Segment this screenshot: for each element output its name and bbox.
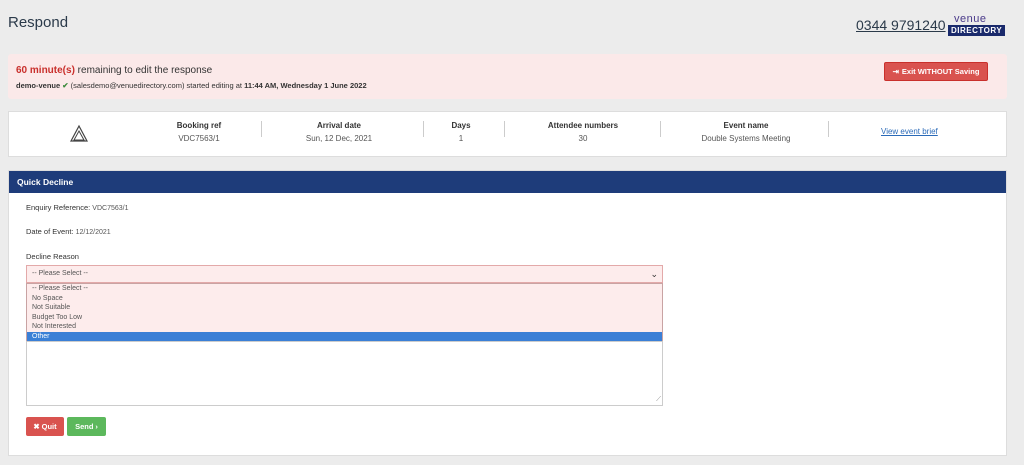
logo-top-text: venue [954,13,987,25]
exit-button-label: Exit WITHOUT Saving [901,67,980,76]
alert-message-text: remaining to edit the response [74,65,213,76]
attendees-label: Attendee numbers [547,121,619,130]
editing-email: (salesdemo@venuedirectory.com) started e… [70,81,245,90]
option-other[interactable]: Other [27,331,662,341]
date-of-event-value: 12/12/2021 [75,229,111,236]
enquiry-reference-label: Enquiry Reference: [26,203,91,212]
decline-comments-textarea[interactable]: ⟋ [26,341,663,406]
resize-handle-icon[interactable]: ⟋ [656,396,661,404]
minutes-remaining: 60 minute(s) [16,65,75,76]
select-value: -- Please Select -- [32,270,89,277]
enquiry-reference-value: VDC7563/1 [92,205,129,212]
chevron-down-icon: ⌄ [650,269,658,279]
editing-info: demo-venue ✔ (salesdemo@venuedirectory.c… [16,81,367,90]
divider [660,121,661,137]
event-name-value: Double Systems Meeting [701,134,791,143]
chevron-right-icon: › [95,422,98,431]
edit-timer-alert: 60 minute(s) remaining to edit the respo… [8,54,1007,99]
close-icon: ✖ [33,422,40,431]
editing-user: demo-venue [16,81,61,90]
event-name-label: Event name [723,121,769,130]
option-not-suitable[interactable]: Not Suitable [27,303,662,313]
event-summary-bar: Booking ref VDC7563/1 Arrival date Sun, … [8,111,1007,157]
date-of-event: Date of Event: 12/12/2021 [26,227,111,236]
divider [504,121,505,137]
arrival-value: Sun, 12 Dec, 2021 [305,134,373,143]
logo-bottom-text: DIRECTORY [948,25,1006,36]
venue-logo-icon [70,124,88,142]
check-icon: ✔ [62,81,69,90]
decline-reason-select[interactable]: -- Please Select -- ⌄ [26,265,663,283]
editing-time: 11:44 AM, Wednesday 1 June 2022 [244,81,367,90]
enquiry-reference: Enquiry Reference: VDC7563/1 [26,203,129,212]
date-of-event-label: Date of Event: [26,227,74,236]
arrival-date: Arrival date Sun, 12 Dec, 2021 [299,121,379,143]
attendees-value: 30 [578,134,588,143]
event-name: Event name Double Systems Meeting [691,121,801,143]
exit-icon: ⇥ [892,67,899,76]
quit-button-label: Quit [41,422,57,431]
option-no-space[interactable]: No Space [27,294,662,304]
option-please-select[interactable]: -- Please Select -- [27,284,662,294]
days: Days 1 [446,121,476,143]
arrival-label: Arrival date [316,121,362,130]
booking-ref-value: VDC7563/1 [178,134,220,143]
quit-button[interactable]: ✖ Quit [26,417,64,436]
page-title: Respond [8,14,69,31]
booking-ref-label: Booking ref [176,121,222,130]
alert-message: 60 minute(s) remaining to edit the respo… [16,65,212,76]
phone-link[interactable]: 0344 9791240 [856,17,946,33]
view-event-brief-link[interactable]: View event brief [881,127,938,136]
divider [828,121,829,137]
send-button-label: Send [75,422,94,431]
option-budget-too-low[interactable]: Budget Too Low [27,313,662,323]
booking-ref: Booking ref VDC7563/1 [169,121,229,143]
days-value: 1 [458,134,464,143]
days-label: Days [451,121,471,130]
divider [261,121,262,137]
divider [423,121,424,137]
quick-decline-panel: Quick Decline Enquiry Reference: VDC7563… [8,170,1007,456]
panel-title: Quick Decline [9,171,1006,193]
send-button[interactable]: Send › [67,417,106,436]
exit-without-saving-button[interactable]: ⇥ Exit WITHOUT Saving [884,62,988,81]
decline-reason-label: Decline Reason [26,252,79,261]
option-not-interested[interactable]: Not Interested [27,322,662,332]
attendee-numbers: Attendee numbers 30 [539,121,627,143]
venue-directory-logo[interactable]: venue DIRECTORY [948,13,1014,39]
decline-reason-dropdown[interactable]: -- Please Select -- No Space Not Suitabl… [26,283,663,341]
